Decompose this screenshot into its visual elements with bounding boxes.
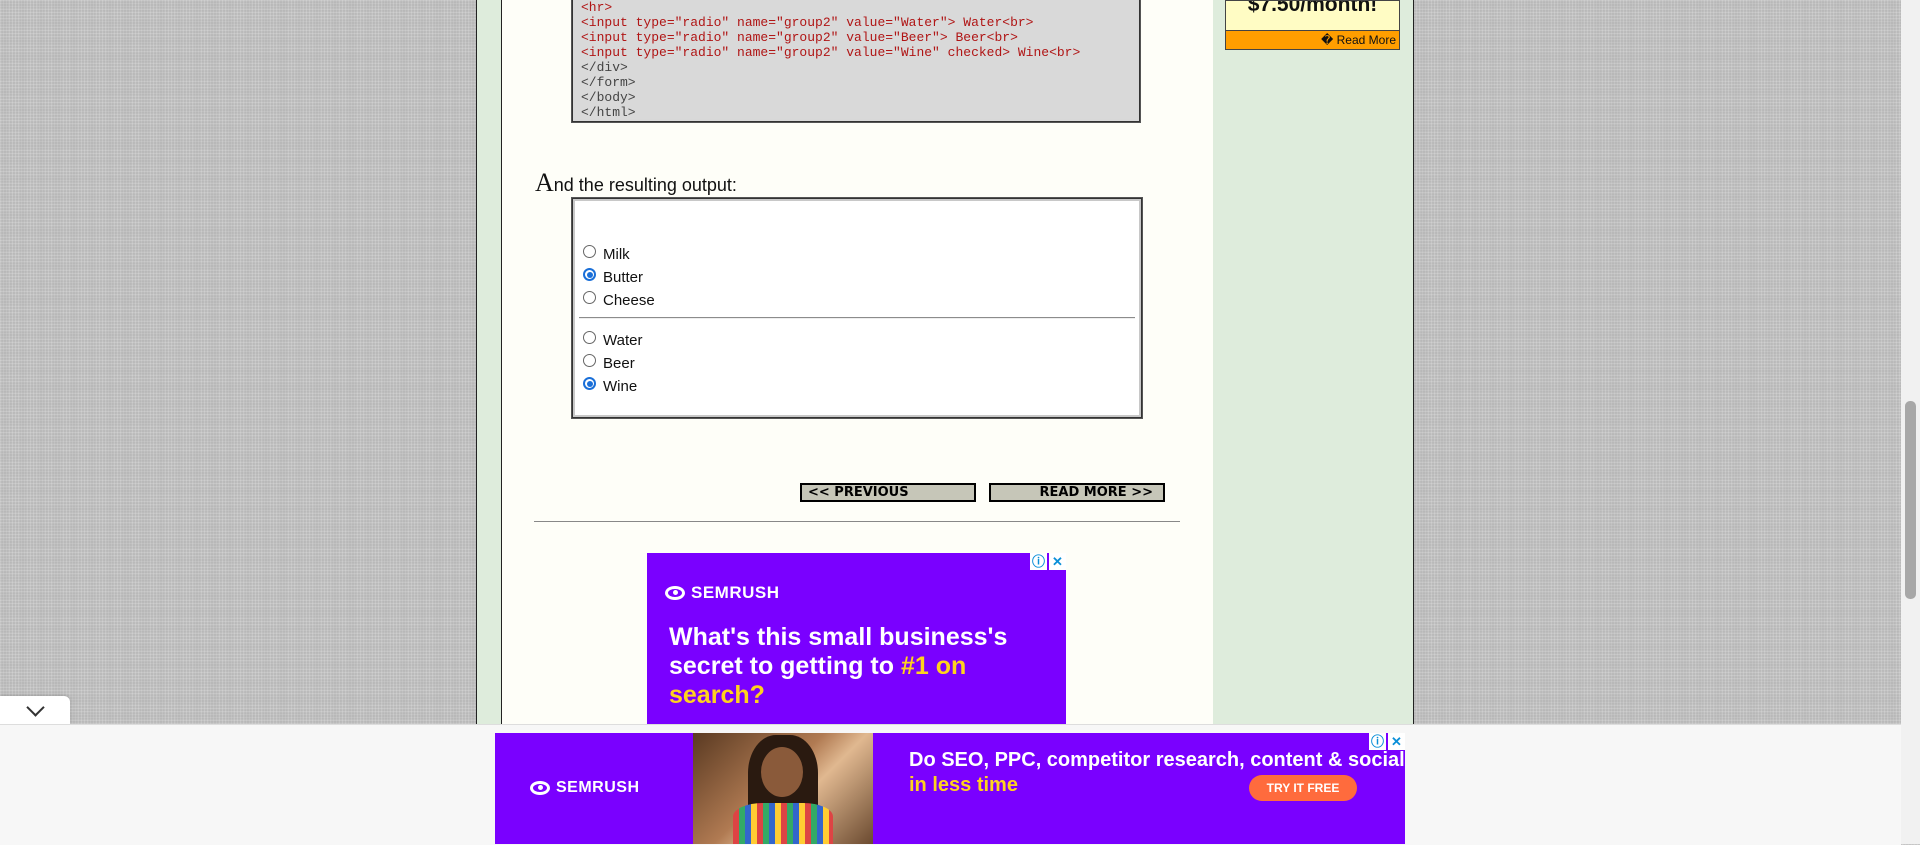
output-preview: Milk Butter Cheese Water Beer Wine (572, 198, 1142, 418)
code-line: </html> (581, 105, 636, 120)
code-line: </form> (581, 75, 636, 90)
ad-controls: ⓘ ✕ (1030, 553, 1066, 570)
ad-info-icon[interactable]: ⓘ (1030, 553, 1047, 570)
radio-milk-label: Milk (603, 246, 630, 263)
radio-wine-label: Wine (603, 378, 638, 395)
radio-cheese-input[interactable] (583, 291, 596, 304)
radio-option-beer[interactable]: Beer (583, 354, 635, 372)
radio-water-input[interactable] (583, 331, 596, 344)
output-preview-box: Milk Butter Cheese Water Beer Wine (571, 197, 1143, 419)
radio-butter-label: Butter (603, 269, 644, 286)
radio-option-butter[interactable]: Butter (583, 268, 644, 286)
scrollbar-thumb[interactable] (1905, 401, 1916, 599)
code-line: <input type="radio" name="group2" value=… (581, 45, 1081, 60)
radio-milk-input[interactable] (583, 245, 596, 258)
radio-option-water[interactable]: Water (583, 331, 643, 349)
ad-bottom-text: Do SEO, PPC, competitor research, conten… (909, 749, 1405, 771)
radio-beer-label: Beer (603, 355, 635, 372)
radio-water-label: Water (603, 332, 643, 349)
radio-cheese-label: Cheese (603, 292, 655, 309)
radio-wine-input[interactable] (583, 377, 596, 390)
output-intro-text: And the resulting output: (535, 168, 737, 198)
ad-controls: ⓘ ✕ (1369, 733, 1405, 750)
radio-butter-input[interactable] (583, 268, 596, 281)
code-line: </div> (581, 60, 628, 75)
semrush-brand-text: SEMRUSH (691, 583, 780, 602)
semrush-logo-icon (665, 586, 685, 600)
code-line: <input type="radio" name="group2" value=… (581, 15, 1034, 30)
sidebar-price: $7.50/month! (1225, 0, 1400, 30)
previous-button[interactable]: << PREVIOUS (800, 483, 976, 502)
semrush-logo-icon (530, 781, 550, 795)
right-sidebar (1213, 0, 1412, 724)
sidebar-read-more-link[interactable]: � Read More (1225, 30, 1400, 50)
semrush-bottom-ad[interactable]: SEMRUSH Do SEO, PPC, competitor research… (495, 733, 1405, 844)
semrush-logo: SEMRUSH (665, 583, 780, 603)
code-sample-box: <hr> <input type="radio" name="group2" va… (571, 0, 1141, 123)
semrush-logo: SEMRUSH (530, 779, 640, 797)
ad-bottom-highlight: in less time (909, 774, 1018, 796)
read-more-button[interactable]: READ MORE >> (989, 483, 1165, 502)
ad-headline: What's this small business's secret to g… (669, 623, 1066, 710)
radio-option-cheese[interactable]: Cheese (583, 291, 655, 309)
output-divider (579, 317, 1135, 319)
ad-photo (693, 733, 873, 844)
chevron-down-icon (25, 697, 45, 717)
radio-option-milk[interactable]: Milk (583, 245, 630, 263)
code-sample: <hr> <input type="radio" name="group2" va… (572, 0, 1140, 122)
sidebar-promo: $7.50/month! � Read More (1225, 0, 1400, 52)
content-divider (534, 521, 1180, 522)
intro-text: nd the resulting output: (553, 175, 737, 195)
code-line: </body> (581, 90, 636, 105)
ad-close-icon[interactable]: ✕ (1049, 553, 1066, 570)
radio-option-wine[interactable]: Wine (583, 377, 638, 395)
ad-info-icon[interactable]: ⓘ (1369, 733, 1386, 750)
code-line: <hr> (581, 0, 613, 15)
semrush-brand-text: SEMRUSH (556, 779, 640, 796)
try-it-free-button[interactable]: TRY IT FREE (1249, 775, 1357, 801)
code-line: <input type="radio" name="group2" value=… (581, 30, 1018, 45)
collapse-ad-tab[interactable] (0, 696, 70, 724)
ad-close-icon[interactable]: ✕ (1388, 733, 1405, 750)
drop-cap: A (535, 168, 554, 197)
semrush-content-ad[interactable]: ⓘ ✕ SEMRUSH What's this small business's… (647, 553, 1066, 724)
radio-beer-input[interactable] (583, 354, 596, 367)
